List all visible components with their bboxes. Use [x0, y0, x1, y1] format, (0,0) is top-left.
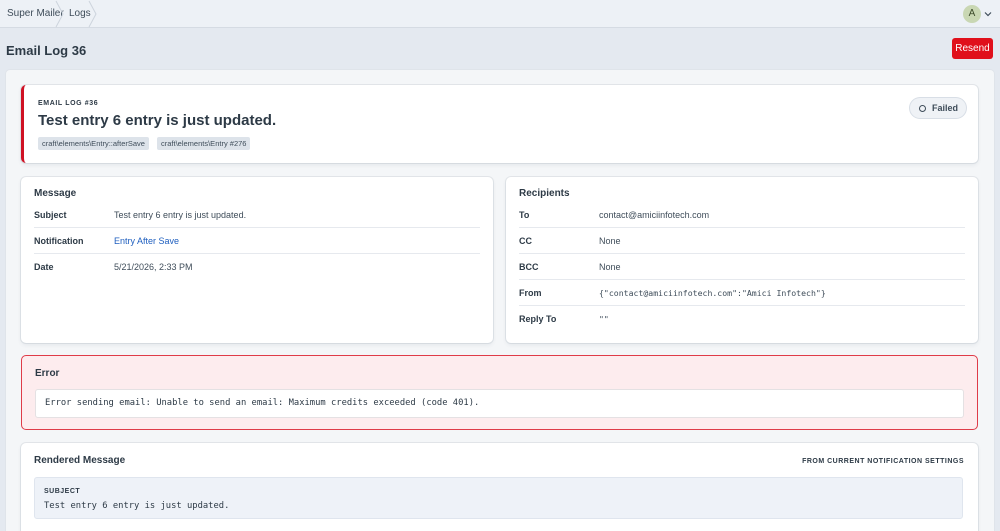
element-tag: craft\elements\Entry #276 — [157, 137, 251, 150]
row-label: Date — [34, 262, 54, 272]
row-label: From — [519, 288, 542, 298]
recipients-row-to: To contact@amiciinfotech.com — [519, 202, 965, 228]
row-label: Notification — [34, 236, 84, 246]
row-label: To — [519, 210, 530, 220]
error-card: Error Error sending email: Unable to sen… — [21, 355, 978, 430]
row-value: contact@amiciinfotech.com — [599, 210, 710, 220]
recipients-card: Recipients To contact@amiciinfotech.com … — [506, 177, 978, 343]
subject-value: Test entry 6 entry is just updated. — [44, 501, 230, 511]
row-label: CC — [519, 236, 532, 246]
status-badge: Failed — [910, 98, 966, 118]
row-label: BCC — [519, 262, 539, 272]
status-circle-icon — [919, 104, 926, 112]
recipients-row-cc: CC None — [519, 228, 965, 254]
row-label: Subject — [34, 210, 67, 220]
rendered-heading: Rendered Message — [34, 455, 126, 466]
top-bar: Super Mailer Logs A — [0, 0, 1000, 28]
event-tag: craft\elements\Entry::afterSave — [38, 137, 149, 150]
row-value: {"contact@amiciinfotech.com":"Amici Info… — [599, 288, 826, 298]
row-value: None — [599, 236, 621, 246]
page-title: Email Log 36 — [6, 43, 87, 58]
avatar[interactable]: A — [963, 5, 981, 23]
account-menu[interactable]: A — [963, 5, 992, 23]
log-title: Test entry 6 entry is just updated. — [38, 112, 277, 129]
row-value: None — [599, 262, 621, 272]
chevron-down-icon — [984, 12, 992, 17]
log-header-card: EMAIL LOG #36 Test entry 6 entry is just… — [21, 85, 978, 163]
chevron-right-icon — [55, 0, 65, 28]
subject-label: SUBJECT — [44, 488, 81, 495]
recipients-row-bcc: BCC None — [519, 254, 965, 280]
rendered-source-note: FROM CURRENT NOTIFICATION SETTINGS — [802, 458, 964, 465]
row-value: Test entry 6 entry is just updated. — [114, 210, 247, 220]
error-message: Error sending email: Unable to send an e… — [35, 389, 964, 418]
message-row-date: Date 5/21/2026, 2:33 PM — [34, 254, 480, 280]
error-heading: Error — [35, 368, 60, 379]
log-eyebrow: EMAIL LOG #36 — [38, 100, 99, 107]
message-card: Message Subject Test entry 6 entry is ju… — [21, 177, 493, 343]
recipients-row-reply-to: Reply To "" — [519, 306, 965, 332]
chevron-right-icon — [88, 0, 98, 28]
message-row-subject: Subject Test entry 6 entry is just updat… — [34, 202, 480, 228]
message-row-notification: Notification Entry After Save — [34, 228, 480, 254]
row-value: 5/21/2026, 2:33 PM — [114, 262, 193, 272]
message-heading: Message — [34, 188, 77, 199]
resend-button[interactable]: Resend — [952, 38, 993, 59]
row-label: Reply To — [519, 314, 557, 324]
status-label: Failed — [932, 103, 959, 113]
rendered-message-card: Rendered Message FROM CURRENT NOTIFICATI… — [21, 443, 978, 531]
recipients-heading: Recipients — [519, 188, 570, 199]
rendered-subject-box: SUBJECT Test entry 6 entry is just updat… — [34, 477, 963, 519]
row-value: "" — [599, 314, 609, 324]
notification-link[interactable]: Entry After Save — [114, 228, 179, 254]
recipients-row-from: From {"contact@amiciinfotech.com":"Amici… — [519, 280, 965, 306]
